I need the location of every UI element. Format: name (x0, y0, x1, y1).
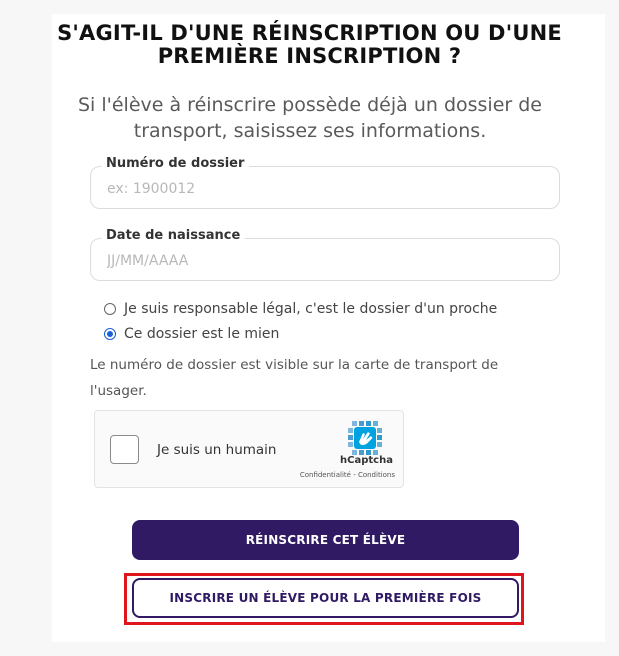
hcaptcha-widget: Je suis un humain hCaptcha Confidentiali… (94, 410, 404, 488)
radio-self-label: Ce dossier est le mien (124, 326, 280, 342)
captcha-label: Je suis un humain (157, 442, 277, 458)
first-enroll-button[interactable]: INSCRIRE UN ÉLÈVE POUR LA PREMIÈRE FOIS (132, 578, 519, 618)
reenroll-button[interactable]: RÉINSCRIRE CET ÉLÈVE (132, 520, 519, 560)
instructions: Si l'élève à réinscrire possède déjà un … (30, 92, 590, 144)
hcaptcha-links[interactable]: Confidentialité - Conditions (300, 471, 395, 479)
radio-guardian[interactable]: Je suis responsable légal, c'est le doss… (104, 299, 497, 319)
help-text-line-1: Le numéro de dossier est visible sur la … (90, 357, 499, 373)
birth-date-input[interactable] (105, 247, 549, 275)
file-number-field: Numéro de dossier (90, 156, 560, 209)
page-title-line-1: S'AGIT-IL D'UNE RÉINSCRIPTION OU D'UNE (57, 21, 562, 45)
instructions-line-2: transport, saisissez ses informations. (133, 120, 487, 142)
instructions-line-1: Si l'élève à réinscrire possède déjà un … (77, 94, 542, 116)
hcaptcha-brand: hCaptcha (340, 455, 393, 466)
radio-self-circle[interactable] (104, 328, 116, 340)
help-text: Le numéro de dossier est visible sur la … (90, 352, 550, 404)
file-number-input[interactable] (105, 175, 549, 203)
page-title-line-2: PREMIÈRE INSCRIPTION ? (157, 44, 462, 68)
radio-guardian-label: Je suis responsable légal, c'est le doss… (124, 301, 498, 317)
birth-date-label: Date de naissance (101, 228, 246, 243)
hcaptcha-hand-icon (348, 421, 382, 455)
radio-self[interactable]: Ce dossier est le mien (104, 324, 279, 344)
captcha-checkbox[interactable] (110, 435, 139, 464)
radio-guardian-circle[interactable] (104, 303, 116, 315)
birth-date-field: Date de naissance (90, 228, 560, 281)
page-title: S'AGIT-IL D'UNE RÉINSCRIPTION OU D'UNE P… (0, 22, 619, 68)
help-text-line-2: l'usager. (90, 383, 147, 399)
file-number-label: Numéro de dossier (101, 156, 250, 171)
